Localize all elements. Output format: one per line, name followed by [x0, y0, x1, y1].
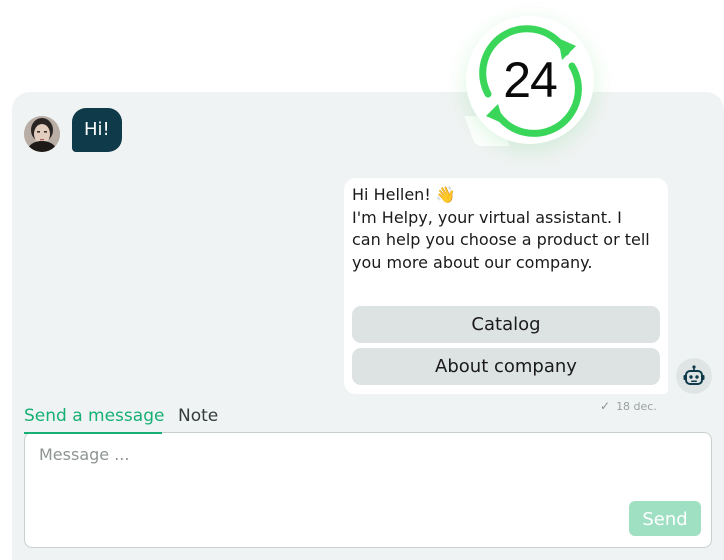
check-icon: ✓ — [600, 399, 611, 413]
chat-widget: 24 Hi! Hi Hellen! 👋 I'm Helpy, your virt… — [0, 0, 724, 560]
quick-reply-catalog[interactable]: Catalog — [352, 306, 660, 343]
bot-avatar — [676, 358, 712, 394]
message-time: 18 dec. — [616, 400, 657, 413]
send-button[interactable]: Send — [629, 501, 701, 536]
message-composer: Send — [24, 432, 712, 548]
user-message-bubble: Hi! — [72, 108, 122, 152]
bot-greeting: Hi Hellen! 👋 — [352, 185, 456, 204]
message-input[interactable] — [37, 443, 621, 507]
user-avatar — [24, 116, 60, 152]
message-status: ✓ 18 dec. — [600, 398, 657, 415]
badge-24-label: 24 — [503, 52, 558, 108]
quick-reply-about-company[interactable]: About company — [352, 348, 660, 385]
tab-send-message[interactable]: Send a message — [24, 404, 164, 428]
bot-intro: I'm Helpy, your virtual assistant. I can… — [352, 207, 650, 272]
bot-message-text: Hi Hellen! 👋 I'm Helpy, your virtual ass… — [352, 184, 652, 274]
tab-note[interactable]: Note — [178, 404, 218, 428]
bot-message-bubble: Hi Hellen! 👋 I'm Helpy, your virtual ass… — [344, 178, 668, 394]
robot-icon — [683, 365, 705, 385]
active-tab-indicator — [24, 432, 162, 434]
support-24-badge: 24 — [466, 16, 594, 144]
